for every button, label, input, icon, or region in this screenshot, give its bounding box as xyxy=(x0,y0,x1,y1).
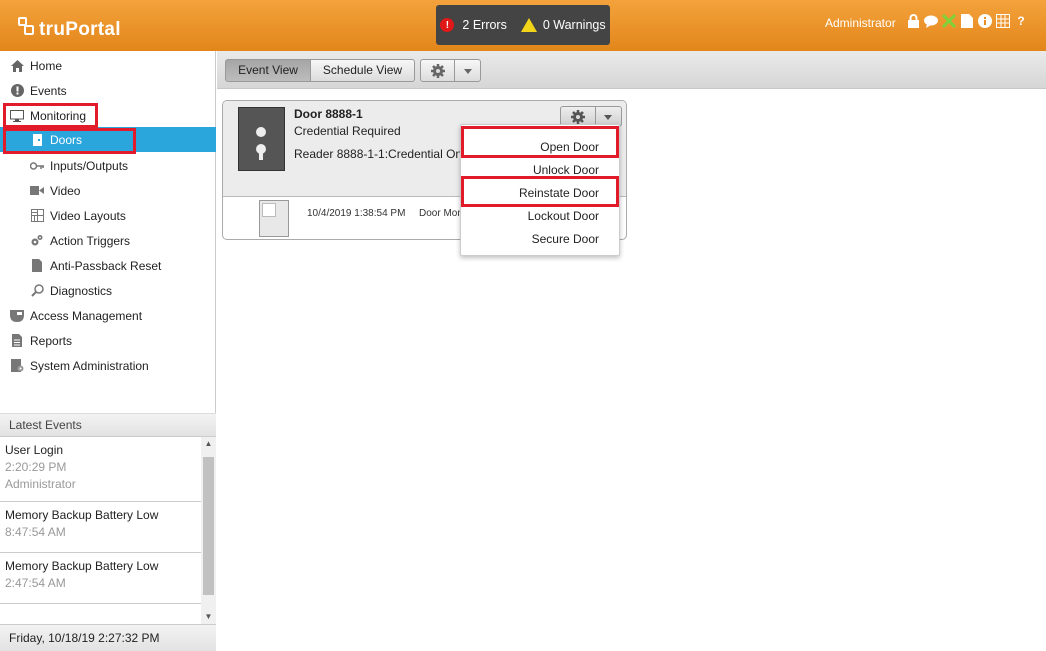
grid-icon[interactable] xyxy=(996,14,1010,28)
key-icon xyxy=(30,159,44,173)
scroll-down-icon[interactable]: ▼ xyxy=(201,610,216,624)
door-status: Credential Required xyxy=(294,124,401,138)
network-icon[interactable] xyxy=(942,14,956,28)
events-scrollbar[interactable]: ▲ ▼ xyxy=(201,437,216,624)
view-toolbar: Event View Schedule View xyxy=(217,51,1046,89)
gears-icon xyxy=(30,234,44,248)
sidebar-item-label: Video Layouts xyxy=(50,208,126,223)
event-thumbnail[interactable] xyxy=(259,200,289,237)
sidebar-item-label: Anti-Passback Reset xyxy=(50,258,162,273)
sidebar-item-inputs-outputs[interactable]: Inputs/Outputs xyxy=(0,153,216,178)
home-icon xyxy=(10,59,24,73)
event-user: Administrator xyxy=(5,477,76,491)
latest-events-header: Latest Events xyxy=(0,413,216,437)
sidebar-item-events[interactable]: Events xyxy=(0,78,216,103)
sidebar-item-label: Video xyxy=(50,183,81,198)
status-summary[interactable]: ! 2 Errors 0 Warnings xyxy=(436,5,610,45)
event-title: Memory Backup Battery Low xyxy=(5,559,159,573)
layout-icon xyxy=(30,209,44,223)
gear-icon xyxy=(430,64,445,78)
schedule-view-button[interactable]: Schedule View xyxy=(310,59,415,82)
header-icons: ? xyxy=(906,14,1028,28)
alert-icon xyxy=(10,84,24,98)
sidebar-item-monitoring[interactable]: Monitoring xyxy=(0,103,216,128)
help-icon[interactable]: ? xyxy=(1014,14,1028,28)
camera-icon xyxy=(30,184,44,198)
event-time: 2:47:54 AM xyxy=(5,576,66,590)
menu-item-secure-door[interactable]: Secure Door xyxy=(532,232,599,246)
sidebar-item-label: Doors xyxy=(50,132,83,147)
door-name: Door 8888-1 xyxy=(294,107,363,121)
sidebar-item-label: Access Management xyxy=(30,308,143,323)
chevron-down-icon xyxy=(604,115,612,120)
chevron-down-icon xyxy=(463,69,472,74)
menu-item-lockout-door[interactable]: Lockout Door xyxy=(528,209,599,223)
broken-image-icon xyxy=(262,203,276,217)
sidebar-item-anti-passback-reset[interactable]: Anti-Passback Reset xyxy=(0,253,216,278)
report-icon[interactable] xyxy=(960,14,974,28)
sidebar-item-system-administration[interactable]: System Administration xyxy=(0,353,216,378)
sidebar-item-label: Inputs/Outputs xyxy=(50,158,129,173)
latest-events-list: User Login 2:20:29 PM Administrator Memo… xyxy=(0,437,201,624)
chat-icon[interactable] xyxy=(924,14,938,28)
menu-item-reinstate-door[interactable]: Reinstate Door xyxy=(519,186,599,200)
door-last-event: 10/4/2019 1:38:54 PM Door Mon xyxy=(259,200,463,238)
settings-dropdown-button[interactable] xyxy=(454,59,481,82)
admin-icon xyxy=(10,359,24,373)
warnings-count[interactable]: 0 Warnings xyxy=(543,18,606,32)
sidebar-item-label: Monitoring xyxy=(30,108,87,123)
gear-icon xyxy=(571,110,585,124)
sidebar-item-label: Action Triggers xyxy=(50,233,131,248)
menu-item-unlock-door[interactable]: Unlock Door xyxy=(533,163,599,177)
sidebar-item-video-layouts[interactable]: Video Layouts xyxy=(0,203,216,228)
logo-text: truPortal xyxy=(39,19,121,40)
event-title: User Login xyxy=(5,443,64,457)
magnifier-icon xyxy=(30,284,44,298)
sidebar-item-label: System Administration xyxy=(30,358,149,373)
event-time: 10/4/2019 1:38:54 PM xyxy=(307,208,406,219)
scroll-up-icon[interactable]: ▲ xyxy=(201,437,216,451)
sidebar-item-label: Reports xyxy=(30,333,73,348)
error-icon: ! xyxy=(440,18,455,32)
errors-count[interactable]: 2 Errors xyxy=(462,18,506,32)
document-icon xyxy=(30,259,44,273)
truportal-logo[interactable]: truPortal xyxy=(18,13,121,41)
sidebar-item-diagnostics[interactable]: Diagnostics xyxy=(0,278,216,303)
sidebar-item-video[interactable]: Video xyxy=(0,178,216,203)
sidebar-item-label: Diagnostics xyxy=(50,283,113,298)
user-name[interactable]: Administrator xyxy=(825,16,896,30)
info-icon[interactable] xyxy=(978,14,992,28)
sidebar-item-access-management[interactable]: Access Management xyxy=(0,303,216,328)
menu-item-open-door[interactable]: Open Door xyxy=(540,140,599,154)
footer-datetime: Friday, 10/18/19 2:27:32 PM xyxy=(0,624,216,651)
sidebar-item-home[interactable]: Home xyxy=(0,53,216,78)
event-title: Memory Backup Battery Low xyxy=(5,508,159,522)
list-item[interactable]: Memory Backup Battery Low 2:47:54 AM xyxy=(0,553,201,604)
logo-icon xyxy=(18,17,36,37)
door-reader: Reader 8888-1-1:Credential Only xyxy=(294,147,464,161)
door-icon xyxy=(30,133,44,147)
warning-icon xyxy=(520,18,537,32)
event-text: Door Mon xyxy=(419,208,463,219)
monitor-icon xyxy=(10,109,24,123)
sidebar-item-label: Home xyxy=(30,58,63,73)
event-time: 2:20:29 PM xyxy=(5,460,67,474)
sidebar-item-reports[interactable]: Reports xyxy=(0,328,216,353)
settings-button[interactable] xyxy=(420,59,455,82)
door-icon xyxy=(238,107,285,171)
sidebar-item-action-triggers[interactable]: Action Triggers xyxy=(0,228,216,253)
sidebar-item-doors[interactable]: Doors xyxy=(0,127,216,152)
report-icon xyxy=(10,334,24,348)
sidebar-item-label: Events xyxy=(30,83,67,98)
badge-icon xyxy=(10,309,24,323)
event-view-button[interactable]: Event View xyxy=(225,59,311,82)
list-item[interactable]: User Login 2:20:29 PM Administrator xyxy=(0,437,201,502)
door-actions-menu: Open Door Unlock Door Reinstate Door Loc… xyxy=(460,124,620,256)
app-header: truPortal ! 2 Errors 0 Warnings Administ… xyxy=(0,0,1046,51)
scrollbar-thumb[interactable] xyxy=(203,457,214,595)
list-item[interactable]: Memory Backup Battery Low 8:47:54 AM xyxy=(0,502,201,553)
event-time: 8:47:54 AM xyxy=(5,525,66,539)
lock-icon[interactable] xyxy=(906,14,920,28)
